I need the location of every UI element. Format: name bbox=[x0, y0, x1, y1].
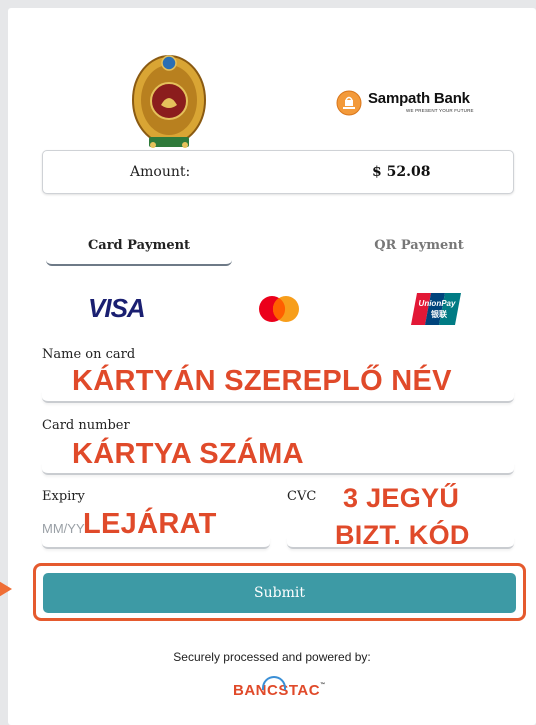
unionpay-cn-text: 银联 bbox=[430, 309, 447, 319]
tab-qr-payment[interactable]: QR Payment bbox=[326, 236, 512, 253]
mastercard-logo-icon bbox=[259, 296, 299, 322]
amount-box: Amount: $ 52.08 bbox=[42, 150, 514, 194]
expiry-placeholder: MM/YY bbox=[42, 521, 85, 536]
cvc-annotation-line1: 3 JEGYŰ bbox=[343, 483, 460, 513]
cvc-annotation-line2: BIZT. KÓD bbox=[335, 520, 470, 550]
bank-branding: Sampath Bank WE PRESENT YOUR FUTURE bbox=[336, 88, 481, 118]
visa-logo: VISA bbox=[88, 293, 146, 323]
number-annotation: KÁRTYA SZÁMA bbox=[72, 438, 304, 470]
amount-value: $ 52.08 bbox=[372, 164, 431, 180]
expiry-label: Expiry bbox=[42, 489, 85, 504]
sampath-bank-logo-icon bbox=[336, 90, 362, 116]
bancstac-arc-icon bbox=[262, 676, 286, 690]
cvc-label: CVC bbox=[287, 489, 317, 504]
card-number-label: Card number bbox=[42, 418, 130, 433]
secure-text: Securely processed and powered by: bbox=[173, 650, 371, 664]
name-on-card-label: Name on card bbox=[42, 347, 136, 362]
name-annotation: KÁRTYÁN SZEREPLŐ NÉV bbox=[72, 365, 452, 397]
bancstac-logo: BANCSTAC™ bbox=[233, 676, 326, 699]
sri-lanka-emblem-icon bbox=[132, 55, 206, 148]
bancstac-tm: ™ bbox=[320, 682, 326, 688]
expiry-annotation: LEJÁRAT bbox=[83, 508, 217, 540]
tab-card-payment[interactable]: Card Payment bbox=[46, 236, 232, 266]
unionpay-logo-icon: UnionPay 银联 bbox=[411, 293, 461, 325]
payment-card: Sampath Bank WE PRESENT YOUR FUTURE Amou… bbox=[8, 8, 536, 725]
pointer-arrow-icon bbox=[0, 577, 12, 601]
amount-label: Amount: bbox=[130, 164, 191, 180]
bank-tagline: WE PRESENT YOUR FUTURE bbox=[406, 108, 474, 113]
bank-name: Sampath Bank bbox=[368, 90, 470, 107]
submit-button[interactable]: Submit bbox=[43, 573, 516, 613]
unionpay-text: UnionPay bbox=[419, 299, 456, 308]
